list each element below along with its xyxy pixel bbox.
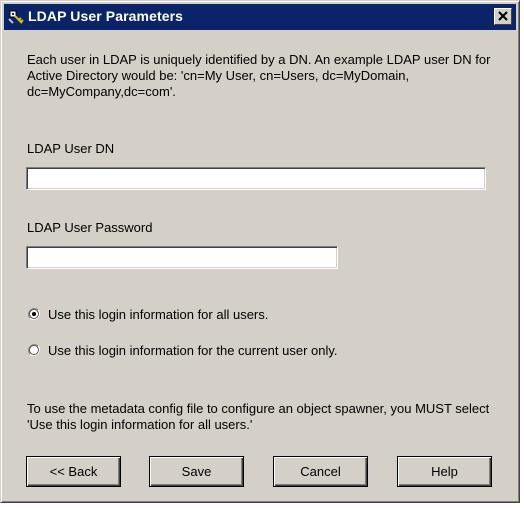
save-button[interactable]: Save bbox=[149, 456, 244, 487]
ldap-key-icon bbox=[8, 8, 26, 26]
cancel-button[interactable]: Cancel bbox=[273, 456, 368, 487]
cancel-button-label: Cancel bbox=[300, 464, 341, 479]
option-all-users-label: Use this login information for all users… bbox=[48, 307, 269, 322]
radio-unselected-icon[interactable] bbox=[28, 344, 40, 356]
dialog-title: LDAP User Parameters bbox=[28, 8, 184, 24]
option-current-user-label: Use this login information for the curre… bbox=[48, 343, 338, 358]
back-button[interactable]: << Back bbox=[26, 456, 121, 487]
config-note: To use the metadata config file to confi… bbox=[27, 401, 490, 432]
save-button-label: Save bbox=[181, 464, 212, 479]
user-password-label: LDAP User Password bbox=[27, 220, 153, 235]
help-button-label: Help bbox=[431, 464, 458, 479]
user-dn-label: LDAP User DN bbox=[27, 141, 115, 156]
user-dn-input[interactable] bbox=[26, 167, 486, 190]
user-password-input[interactable] bbox=[26, 246, 338, 269]
radio-selected-icon[interactable] bbox=[28, 308, 40, 320]
title-bar[interactable]: LDAP User Parameters bbox=[4, 4, 516, 30]
close-button[interactable] bbox=[494, 8, 512, 25]
help-button[interactable]: Help bbox=[397, 456, 492, 487]
close-icon bbox=[498, 11, 508, 21]
ldap-dn-description: Each user in LDAP is uniquely identified… bbox=[27, 52, 491, 99]
ldap-user-parameters-dialog: LDAP User Parameters Each user in LDAP i… bbox=[0, 0, 520, 503]
back-button-label: << Back bbox=[49, 464, 98, 479]
